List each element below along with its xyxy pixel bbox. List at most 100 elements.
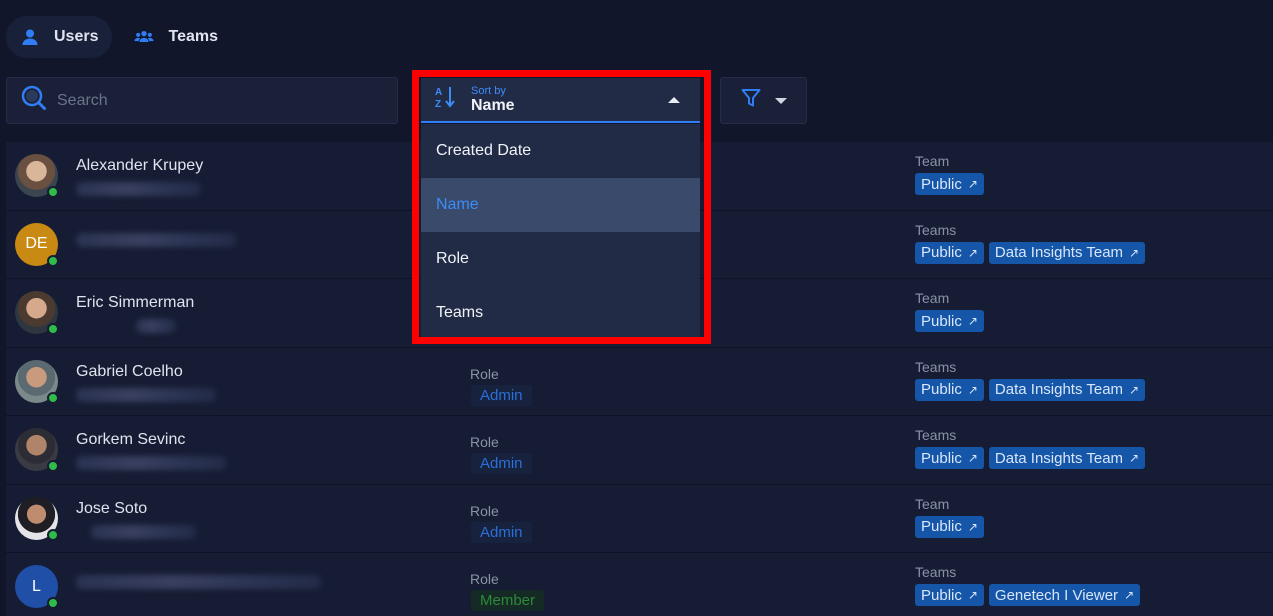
- view-tabs: Users Teams: [6, 16, 232, 58]
- tab-users[interactable]: Users: [6, 16, 113, 58]
- user-email-redacted: [136, 319, 176, 333]
- online-status-icon: [47, 323, 59, 335]
- external-link-icon: ↗: [1129, 382, 1140, 397]
- user-email-redacted: [76, 456, 226, 470]
- user-name: Gabriel Coelho: [76, 362, 183, 380]
- avatar: [15, 496, 59, 541]
- avatar: [15, 428, 59, 472]
- online-status-icon: [47, 186, 59, 198]
- team-chips: Public ↗: [915, 515, 984, 538]
- search-icon: [21, 85, 47, 116]
- sort-option-name[interactable]: Name: [421, 178, 700, 232]
- team-chip-label: Data Insights Team: [994, 244, 1124, 261]
- teams-label: Teams: [915, 564, 957, 580]
- avatar: L: [15, 565, 59, 609]
- team-chip-label: Public: [921, 175, 962, 193]
- online-status-icon: [47, 597, 59, 609]
- teams-label: Team: [915, 495, 950, 512]
- avatar: [15, 154, 59, 198]
- team-chips: Public ↗ Data Insights Team ↗: [915, 241, 1146, 264]
- role-label: Role: [470, 434, 499, 450]
- team-chips: Public ↗: [915, 173, 984, 195]
- team-chip-label: Genetech I Viewer: [994, 586, 1119, 604]
- user-row[interactable]: Gorkem Sevinc Role Admin Teams Public ↗ D…: [6, 416, 1273, 485]
- sort-by-caption: Sort by: [471, 84, 506, 97]
- sort-option-teams[interactable]: Teams: [421, 286, 700, 340]
- online-status-icon: [47, 254, 59, 267]
- role-badge: Admin: [471, 521, 532, 543]
- team-chip[interactable]: Data Insights Team ↗: [988, 447, 1146, 469]
- team-chip[interactable]: Public ↗: [915, 378, 984, 401]
- online-status-icon: [47, 528, 59, 541]
- external-link-icon: ↗: [1124, 588, 1135, 602]
- user-name: Alexander Krupey: [76, 157, 204, 174]
- avatar: [15, 291, 59, 335]
- sort-option-role[interactable]: Role: [421, 232, 700, 286]
- team-chip-label: Public: [921, 244, 962, 261]
- user-name: Eric Simmerman: [76, 294, 195, 311]
- role-label: Role: [470, 502, 499, 519]
- external-link-icon: ↗: [967, 451, 978, 465]
- sort-by-select[interactable]: AZ Sort by Name: [421, 78, 700, 123]
- search-input[interactable]: [57, 91, 377, 110]
- user-row[interactable]: Gabriel Coelho Role Admin Teams Public ↗ …: [6, 347, 1273, 416]
- avatar: DE: [15, 222, 59, 267]
- team-chip-label: Public: [921, 381, 962, 398]
- online-status-icon: [47, 460, 59, 472]
- team-icon: [134, 27, 155, 47]
- tab-teams[interactable]: Teams: [120, 16, 232, 58]
- external-link-icon: ↗: [967, 314, 978, 328]
- role-badge: Member: [471, 590, 545, 611]
- team-chip[interactable]: Genetech I Viewer ↗: [988, 584, 1141, 606]
- team-chip[interactable]: Data Insights Team ↗: [988, 241, 1146, 264]
- role-badge: Admin: [471, 453, 532, 474]
- team-chips: Public ↗ Data Insights Team ↗: [915, 447, 1146, 469]
- team-chip-label: Public: [921, 518, 962, 535]
- sort-alpha-icon: AZ: [435, 85, 457, 114]
- teams-label: Teams: [915, 221, 957, 238]
- user-email-redacted: [76, 387, 216, 402]
- user-name-redacted: [76, 575, 321, 589]
- sort-by-menu: Created Date Name Role Teams: [421, 124, 700, 340]
- filter-button[interactable]: [720, 77, 807, 124]
- user-row[interactable]: L Role Member Teams Public ↗ Genetech I V…: [6, 553, 1273, 616]
- external-link-icon: ↗: [1129, 451, 1140, 465]
- sort-option-created-date[interactable]: Created Date: [421, 124, 700, 178]
- role-badge: Admin: [471, 384, 532, 406]
- team-chip[interactable]: Public ↗: [915, 515, 984, 538]
- role-label: Role: [470, 365, 499, 382]
- user-icon: [20, 27, 40, 47]
- external-link-icon: ↗: [1129, 245, 1140, 260]
- team-chip-label: Data Insights Team: [994, 449, 1124, 467]
- team-chip[interactable]: Public ↗: [915, 173, 984, 195]
- external-link-icon: ↗: [967, 245, 978, 260]
- team-chip[interactable]: Public ↗: [915, 447, 984, 469]
- teams-label: Team: [915, 153, 950, 169]
- caret-up-icon: [668, 97, 680, 103]
- svg-text:Z: Z: [435, 99, 441, 109]
- tab-users-label: Users: [54, 28, 99, 45]
- user-email-redacted: [91, 524, 196, 539]
- filter-icon: [741, 88, 761, 113]
- user-email-redacted: [76, 182, 201, 196]
- team-chip-label: Public: [921, 449, 962, 467]
- user-name: Gorkem Sevinc: [76, 431, 186, 448]
- team-chip[interactable]: Public ↗: [915, 584, 984, 606]
- svg-text:A: A: [435, 87, 442, 98]
- external-link-icon: ↗: [967, 588, 978, 602]
- online-status-icon: [47, 391, 59, 404]
- team-chip[interactable]: Data Insights Team ↗: [988, 378, 1146, 401]
- external-link-icon: ↗: [967, 519, 978, 534]
- user-name-redacted: [76, 232, 236, 247]
- user-row[interactable]: Jose Soto Role Admin Team Public ↗: [6, 484, 1273, 553]
- sort-by-value: Name: [471, 96, 515, 114]
- tab-teams-label: Teams: [168, 28, 218, 45]
- teams-label: Teams: [915, 358, 957, 375]
- chevron-down-icon: [774, 97, 787, 104]
- teams-label: Team: [915, 290, 950, 306]
- team-chip[interactable]: Public ↗: [915, 310, 984, 332]
- team-chips: Public ↗ Data Insights Team ↗: [915, 378, 1146, 401]
- team-chip-label: Public: [921, 586, 962, 604]
- team-chip[interactable]: Public ↗: [915, 241, 984, 264]
- avatar-initials: L: [32, 577, 41, 595]
